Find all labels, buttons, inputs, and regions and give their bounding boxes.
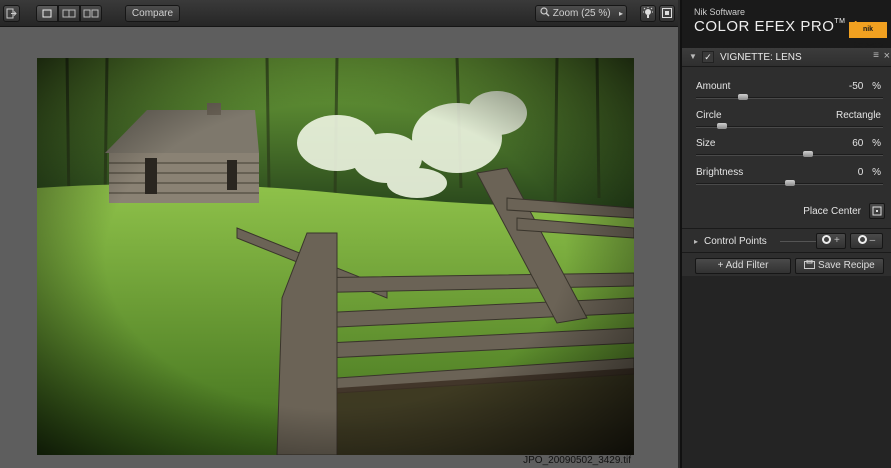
add-filter-label: Add Filter [725,260,769,271]
control-points-label[interactable]: Control Points [704,236,767,247]
nik-logo: nik Software [849,22,887,49]
exit-button[interactable] [3,5,20,22]
place-center-button[interactable] [869,203,885,219]
loupe-button[interactable] [640,5,656,22]
preview-photo[interactable] [37,58,634,455]
circle-slider-thumb[interactable] [717,123,728,129]
brightness-slider[interactable] [696,180,883,186]
side-by-side-icon [83,9,99,18]
brand-header: Nik Software COLOR EFEX PROTM 4 nik Soft… [682,0,891,49]
control-points-arrow-icon[interactable]: ▸ [694,237,698,246]
single-view-icon [42,9,52,18]
amount-slider-thumb[interactable] [737,94,748,100]
amount-number: -50 [848,81,864,92]
add-filter-button[interactable]: + Add Filter [695,258,791,274]
circle-label: Circle [696,110,722,121]
zoom-arrow-icon: ▸ [618,9,623,18]
brightness-value: 0 % [858,167,881,178]
photo-scene [37,58,634,455]
magnifier-icon [540,7,550,17]
image-canvas[interactable]: JPO_20090502_3429.tif [0,27,678,468]
collapse-arrow-icon[interactable]: ▼ [689,52,697,61]
filter-panel: Nik Software COLOR EFEX PROTM 4 nik Soft… [680,0,891,468]
save-recipe-button[interactable]: Save Recipe [795,258,884,274]
panel-empty-area [682,276,891,468]
control-point-icon [822,235,832,244]
size-unit: % [872,138,881,149]
brightness-slider-thumb[interactable] [784,180,795,186]
remove-control-point-button[interactable]: – [850,233,883,249]
brightness-label: Brightness [696,167,744,178]
top-toolbar: Compare Zoom (25 %) ▸ [0,0,678,27]
zoom-control[interactable]: Zoom (25 %) ▸ [535,5,627,22]
add-filter-plus-icon: + [717,260,724,271]
brand-title: COLOR EFEX PROTM 4 [694,18,859,35]
amount-value: -50 % [849,81,881,92]
amount-unit: % [872,81,881,92]
zoom-label: Zoom (25 %) [552,8,611,19]
side-by-side-view-button[interactable] [80,5,102,22]
size-slider[interactable] [696,151,883,157]
minus-icon: – [869,235,876,246]
brand-tm: TM [834,18,846,25]
fullscreen-icon [662,8,672,18]
filter-menu-icon[interactable]: ≡ [873,50,879,61]
place-center-label: Place Center [803,206,861,217]
enable-checkbox[interactable]: ✓ [702,51,714,63]
compare-button[interactable]: Compare [125,5,180,22]
size-value: 60 % [852,138,881,149]
split-view-icon [62,9,76,18]
brightness-number: 0 [857,167,864,178]
exit-icon [6,8,17,19]
circle-value: Rectangle [835,110,881,121]
size-label: Size [696,138,716,149]
filter-header[interactable]: ▼ ✓ VIGNETTE: LENS ≡ × [682,48,891,67]
size-number: 60 [852,138,864,149]
amount-slider[interactable] [696,94,883,100]
brightness-unit: % [872,167,881,178]
image-filename: JPO_20090502_3429.tif [523,455,631,466]
filter-name: VIGNETTE: LENS [720,52,802,63]
size-slider-thumb[interactable] [803,151,814,157]
save-recipe-icon [804,259,816,269]
split-view-button[interactable] [58,5,80,22]
fullscreen-button[interactable] [659,5,675,22]
crosshair-icon [872,206,882,216]
amount-label: Amount [696,81,731,92]
divider [682,228,891,229]
add-control-point-button[interactable]: + [816,233,846,249]
plus-icon: + [833,235,840,246]
brand-title-text: COLOR EFEX PRO [694,18,835,35]
brand-company: Nik Software [694,7,746,17]
close-filter-icon[interactable]: × [884,50,890,62]
control-point-neg-icon [857,235,867,244]
divider-2 [682,252,891,253]
save-recipe-label: Save Recipe [818,260,875,271]
circle-slider[interactable] [696,123,883,129]
loupe-icon [643,7,653,18]
control-points-line [780,241,816,242]
single-view-button[interactable] [36,5,58,22]
